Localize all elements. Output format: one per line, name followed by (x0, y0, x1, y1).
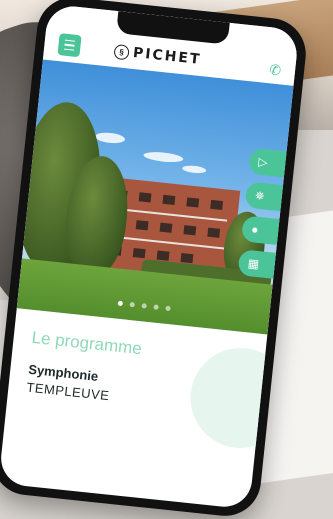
carousel-dot[interactable] (117, 300, 123, 307)
phone-icon[interactable]: ✆ (268, 61, 282, 79)
carousel-dot[interactable] (152, 304, 159, 310)
play-icon: ▷ (257, 154, 269, 170)
program-info: Le programme Symphonie TEMPLEUVE (26, 328, 143, 406)
floor-plan-icon: ▦ (247, 256, 260, 272)
hero-photo[interactable]: ▷ ✵ ● ▦ (16, 59, 294, 335)
section-title: Le programme (30, 327, 143, 359)
brand-logo[interactable]: § PICHET (113, 43, 202, 68)
smartphone: § PICHET ✆ ▷ ✵ ● ▦ Le programme Symphoni… (0, 0, 310, 519)
360-icon: ✵ (254, 188, 266, 204)
carousel-dot[interactable] (140, 303, 147, 309)
cloud (94, 131, 126, 145)
virtual-tour-button[interactable]: ✵ (244, 181, 288, 212)
carousel-dot[interactable] (164, 305, 171, 312)
brand-mark-icon: § (113, 43, 130, 60)
brand-name: PICHET (132, 44, 203, 68)
cloud (181, 164, 207, 175)
carousel-dot[interactable] (129, 301, 135, 308)
video-button[interactable]: ▷ (248, 147, 291, 178)
cloud (142, 150, 184, 164)
hamburger-icon[interactable] (57, 33, 82, 58)
phone-screen: § PICHET ✆ ▷ ✵ ● ▦ Le programme Symphoni… (0, 3, 300, 510)
location-pin-icon: ● (250, 222, 260, 237)
